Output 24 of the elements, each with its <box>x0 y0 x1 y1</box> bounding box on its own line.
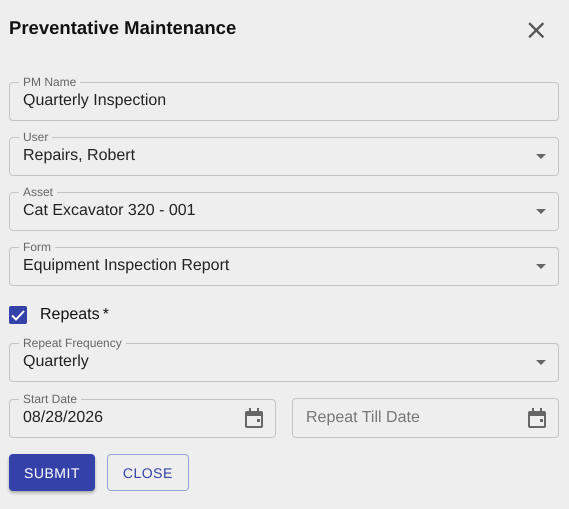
calendar-icon[interactable] <box>528 408 546 428</box>
input-field[interactable]: PM Name Quarterly Inspection <box>9 75 559 121</box>
dropdown-caret-icon[interactable] <box>536 154 546 158</box>
dialog-title: Preventative Maintenance <box>9 17 236 39</box>
field-label: Asset <box>22 185 54 199</box>
date-field[interactable]: Start Date 08/28/2026 <box>9 392 276 438</box>
dropdown-caret-icon[interactable] <box>536 360 546 364</box>
field-label: PM Name <box>22 75 78 89</box>
select-field[interactable]: Asset Cat Excavator 320 - 001 <box>9 185 559 231</box>
calendar-icon[interactable] <box>245 408 263 428</box>
field-label: Repeat Frequency <box>22 336 123 350</box>
field-label: User <box>22 130 50 144</box>
select-field[interactable]: User Repairs, Robert <box>9 130 559 176</box>
checkbox-label: Repeats * <box>40 306 110 324</box>
date-field[interactable]: Repeat Till Date <box>292 398 559 438</box>
dropdown-caret-icon[interactable] <box>536 264 546 268</box>
select-field[interactable]: Repeat Frequency Quarterly <box>9 336 559 382</box>
close-button[interactable]: CLOSE <box>106 454 189 491</box>
checkbox[interactable] <box>9 306 27 324</box>
submit-button[interactable]: SUBMIT <box>9 454 95 491</box>
field-label: Start Date <box>22 392 78 406</box>
field-label: Form <box>22 240 52 254</box>
select-field[interactable]: Form Equipment Inspection Report <box>9 240 559 286</box>
dropdown-caret-icon[interactable] <box>536 208 546 214</box>
